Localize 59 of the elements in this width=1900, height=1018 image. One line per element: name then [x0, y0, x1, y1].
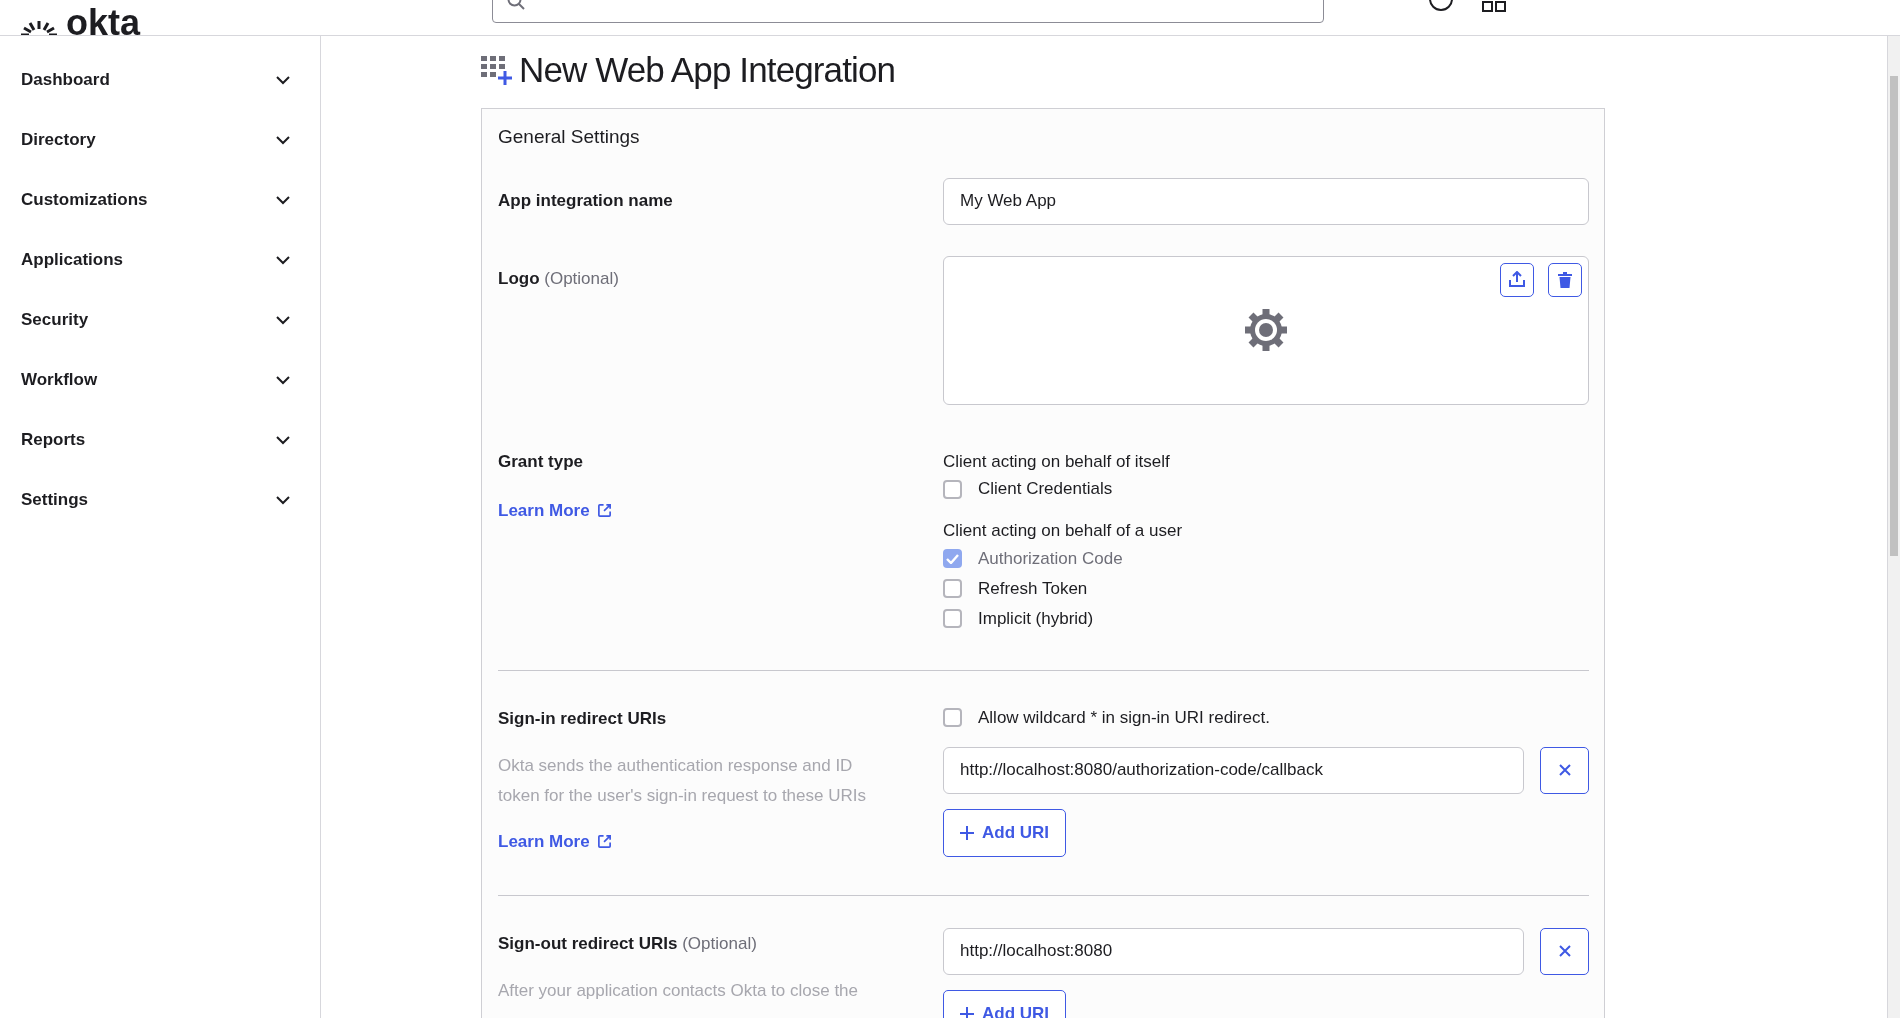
chevron-down-icon	[276, 315, 290, 325]
chevron-down-icon	[276, 375, 290, 385]
trash-icon	[1558, 271, 1572, 288]
upload-icon	[1509, 271, 1525, 288]
scrollbar-thumb[interactable]	[1890, 76, 1898, 556]
delete-button[interactable]	[1548, 262, 1582, 297]
sidebar-item[interactable]: Reports	[0, 410, 320, 470]
sidebar-item[interactable]: Applications	[0, 230, 320, 290]
gear-icon	[1243, 307, 1289, 353]
checkbox-label: Allow wildcard * in sign-in URI redirect.	[978, 706, 1270, 729]
group-heading: Client acting on behalf of a user	[943, 520, 1184, 542]
field-description: Okta sends the authentication response and ID token for the user's sign-in request to these URIs	[498, 755, 867, 807]
checkbox-label: Authorization Code	[978, 547, 1123, 570]
sidebar-item[interactable]: Customizations	[0, 170, 320, 230]
field-label: App integration name	[498, 189, 673, 212]
checkbox[interactable]	[943, 609, 962, 628]
chevron-down-icon	[276, 195, 290, 205]
remove-button[interactable]	[1540, 746, 1589, 794]
plus-icon	[960, 1006, 974, 1018]
field-label: Sign-out redirect URIs (Optional)	[498, 932, 757, 955]
sidebar-item[interactable]: Workflow	[0, 350, 320, 410]
checkbox[interactable]	[943, 708, 962, 727]
close-icon	[1558, 764, 1571, 776]
plus-icon	[960, 825, 974, 840]
sidebar-item[interactable]: Security	[0, 290, 320, 350]
sunburst-icon	[20, 19, 58, 35]
close-icon	[1558, 945, 1571, 957]
field-label: Grant type	[498, 450, 584, 473]
learn-more-link[interactable]: Learn More	[498, 498, 612, 524]
add-uri-button[interactable]: Add URI	[943, 808, 1067, 857]
field-label: Sign-in redirect URIs	[498, 707, 667, 730]
external-link-icon	[596, 834, 612, 850]
text-input[interactable]: My Web App	[943, 177, 1589, 225]
chevron-down-icon	[276, 435, 290, 445]
app-grid-plus-icon	[481, 54, 515, 86]
logo-wordmark: okta	[66, 5, 141, 35]
checkbox-label: Client Credentials	[978, 478, 1113, 501]
learn-more-link[interactable]: Learn More	[498, 829, 612, 855]
chevron-down-icon	[276, 135, 290, 145]
upload-button[interactable]	[1500, 262, 1534, 297]
checkbox[interactable]	[943, 579, 962, 598]
checkbox[interactable]	[943, 479, 962, 499]
sidebar-item[interactable]: Directory	[0, 110, 320, 170]
group-heading: Client acting on behalf of itself	[943, 450, 1171, 473]
external-link-icon	[596, 503, 612, 519]
sidebar-item[interactable]: Settings	[0, 470, 320, 530]
section-title: General Settings	[498, 125, 640, 149]
uri-input[interactable]: http://localhost:8080	[943, 927, 1524, 975]
checkbox-label: Refresh Token	[978, 577, 1088, 600]
chevron-down-icon	[276, 75, 290, 85]
checkbox-label: Implicit (hybrid)	[978, 607, 1094, 630]
remove-button[interactable]	[1540, 927, 1589, 975]
field-description: After your application contacts Okta to close the	[498, 980, 860, 1002]
field-label: Logo (Optional)	[498, 267, 619, 290]
sidebar-item[interactable]: Dashboard	[0, 50, 320, 110]
page-title: New Web App Integration	[519, 48, 896, 91]
chevron-down-icon	[276, 255, 290, 265]
uri-input[interactable]: http://localhost:8080/authorization-code/callback	[943, 746, 1524, 794]
chevron-down-icon	[276, 495, 290, 505]
